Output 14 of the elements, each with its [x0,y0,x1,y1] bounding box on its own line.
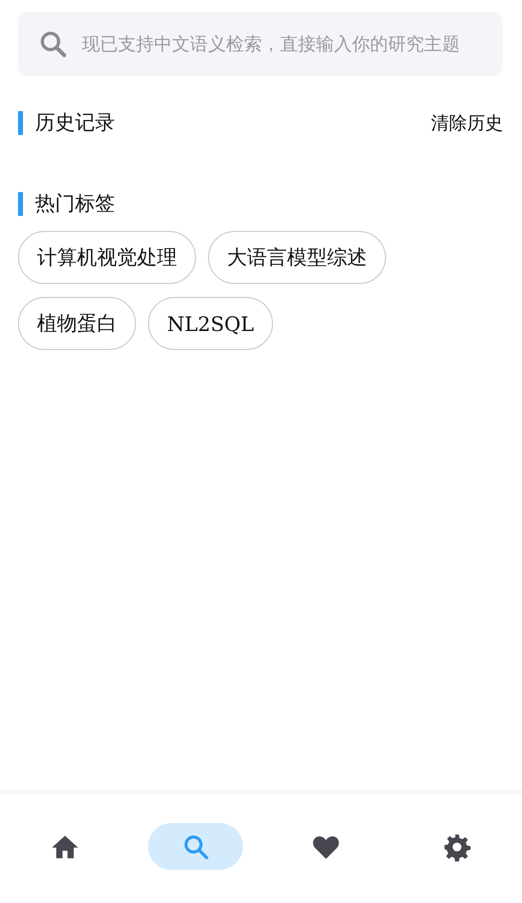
section-title: 热门标签 [35,190,115,217]
section-title: 历史记录 [35,109,115,136]
nav-search-button[interactable] [148,823,244,870]
section-accent-bar [18,192,23,216]
tag-chip[interactable]: NL2SQL [148,297,273,350]
search-bar[interactable]: 现已支持中文语义检索，直接输入你的研究主题 [18,12,503,76]
tag-chip[interactable]: 计算机视觉处理 [18,231,196,284]
tag-chip[interactable]: 大语言模型综述 [208,231,386,284]
section-accent-bar [18,110,23,134]
clear-history-button[interactable]: 清除历史 [431,110,503,134]
search-icon [38,29,68,59]
gear-icon [442,832,472,862]
tag-chip[interactable]: 植物蛋白 [18,297,136,350]
search-input[interactable]: 现已支持中文语义检索，直接输入你的研究主题 [82,34,485,54]
